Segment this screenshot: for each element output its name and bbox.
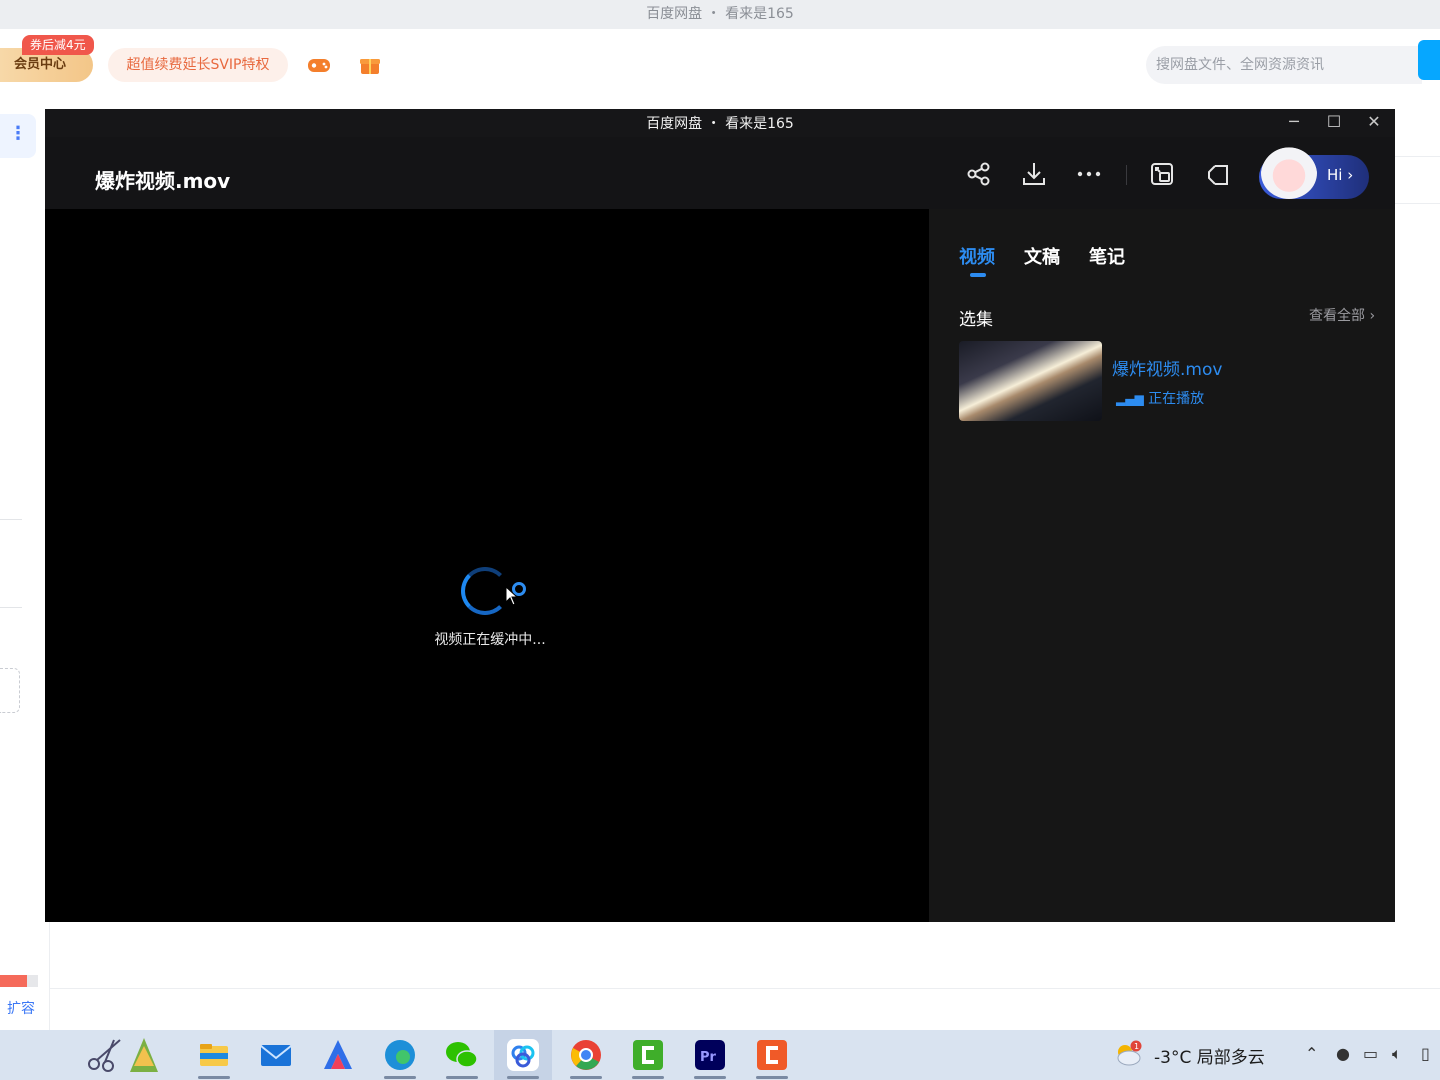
chevron-right-icon: › [1369,308,1376,324]
game-controller-icon[interactable] [306,52,332,78]
tab-transcript[interactable]: 文稿 [1024,243,1060,269]
network-icon[interactable]: ▯ [1421,1044,1430,1063]
volume-icon[interactable]: 🔈︎ [1392,1044,1402,1064]
video-player-window: 百度网盘 ・ 看来是165 ─ ☐ ✕ 爆炸视频.mov Hi › 视频正在缓冲… [45,109,1395,922]
app-running-indicator [384,1076,416,1079]
mail-icon[interactable] [257,1036,295,1074]
background-list-row [1395,156,1440,204]
sidebar-add-slot[interactable] [0,668,20,713]
crop-icon[interactable] [1203,159,1233,189]
content-divider [50,988,1440,989]
wechat-icon[interactable] [443,1036,481,1074]
camtasia-orange-icon[interactable] [753,1036,791,1074]
app-running-indicator [756,1076,788,1079]
premiere-pro-icon[interactable]: Pr [691,1036,729,1074]
video-canvas[interactable]: 视频正在缓冲中... [45,209,929,922]
camtasia-green-icon[interactable] [629,1036,667,1074]
now-playing-status: ▂▄▆ 正在播放 [1116,388,1204,408]
app-a-icon[interactable] [319,1036,357,1074]
storage-usage-fill [0,975,27,987]
svip-renew-button[interactable]: 超值续费延长SVIP特权 [108,48,288,82]
app-running-indicator [570,1076,602,1079]
microphone-icon[interactable]: ● [1336,1044,1350,1063]
expand-storage-link[interactable]: 扩容 [7,998,35,1018]
gift-icon[interactable] [357,52,383,78]
background-window-title: 百度网盘 ・ 看来是165 [0,0,1440,29]
picture-in-picture-icon[interactable] [1147,159,1177,189]
hi-label: Hi › [1327,166,1354,184]
search-input[interactable]: 搜网盘文件、全网资源资讯 [1146,46,1422,84]
weather-badge: 1 [1134,1042,1139,1051]
header-divider [1126,165,1127,185]
app-running-indicator [632,1076,664,1079]
edge-icon[interactable] [381,1036,419,1074]
baidu-netdisk-icon[interactable] [504,1036,542,1074]
minimize-button[interactable]: ─ [1274,109,1314,137]
sidebar-divider [0,519,22,520]
search-button[interactable] [1418,40,1440,80]
equalizer-icon: ▂▄▆ [1116,392,1144,406]
download-icon[interactable] [1019,159,1049,189]
app-running-indicator [198,1076,230,1079]
sidebar-menu-icon[interactable]: ⋮ [0,114,36,158]
active-tab-indicator [970,273,986,277]
chevron-up-icon[interactable]: ⌃ [1305,1044,1318,1063]
scissors-tree-icon[interactable] [84,1036,174,1074]
background-sidebar [0,109,50,1030]
now-playing-label: 正在播放 [1148,391,1205,407]
weather-text[interactable]: -3°C 局部多云 [1154,1043,1265,1068]
share-icon[interactable] [964,159,994,189]
mouse-cursor-icon [505,586,519,606]
more-icon[interactable] [1074,159,1104,189]
tab-video[interactable]: 视频 [959,243,995,269]
player-header: 爆炸视频.mov Hi › [45,137,1395,209]
view-all-link[interactable]: 查看全部 › [1309,305,1375,325]
svg-text:Pr: Pr [700,1050,717,1065]
coupon-badge: 券后减4元 [22,35,94,55]
taskbar: Pr 1 -3°C 局部多云 ⌃ ● ▭ 🔈︎ ▯ [0,1030,1440,1080]
assistant-avatar [1261,147,1317,199]
close-button[interactable]: ✕ [1354,109,1394,137]
sidebar-divider [0,607,22,608]
episode-thumbnail[interactable] [959,341,1102,421]
view-all-label: 查看全部 [1309,308,1365,324]
assistant-hi-button[interactable]: Hi › [1259,147,1369,199]
buffering-text: 视频正在缓冲中... [434,632,546,648]
chrome-icon[interactable] [567,1036,605,1074]
weather-cloud-icon[interactable]: 1 [1113,1040,1143,1068]
file-title: 爆炸视频.mov [95,169,231,193]
player-window-title: 百度网盘 ・ 看来是165 [45,109,1395,137]
episode-name[interactable]: 爆炸视频.mov [1112,355,1222,380]
app-running-indicator [446,1076,478,1079]
maximize-button[interactable]: ☐ [1314,109,1354,137]
battery-icon[interactable]: ▭ [1363,1044,1378,1063]
side-panel: 视频 文稿 笔记 选集 查看全部 › 爆炸视频.mov ▂▄▆ 正在播放 [929,209,1395,922]
app-running-indicator [694,1076,726,1079]
app-running-indicator [507,1076,539,1079]
tab-notes[interactable]: 笔记 [1089,243,1125,269]
playlist-title: 选集 [959,310,993,330]
loading-spinner-icon [461,567,509,615]
file-explorer-icon[interactable] [195,1036,233,1074]
storage-usage-bar [0,975,38,987]
